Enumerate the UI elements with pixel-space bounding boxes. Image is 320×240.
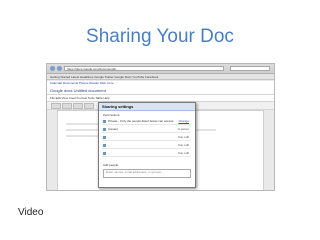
- lock-icon: [103, 119, 106, 123]
- permission-row: Can edit: [103, 142, 191, 149]
- embedded-screenshot: https://docs.google.com/document/d/... G…: [46, 63, 275, 191]
- permission-role: Is owner: [177, 127, 189, 131]
- toolbar-button[interactable]: [84, 103, 94, 109]
- docs-header: Google docs Untitled document: [47, 86, 274, 95]
- permission-role-select[interactable]: Can edit: [178, 134, 189, 140]
- bookmarks-bar[interactable]: Getting Started Latest Headlines Google …: [47, 74, 274, 80]
- forward-icon[interactable]: [57, 66, 62, 71]
- back-icon[interactable]: [50, 66, 55, 71]
- permission-label: Private - Only the people listed below c…: [108, 119, 174, 123]
- dialog-title: Sharing settings: [99, 103, 195, 111]
- permissions-label: Permissions:: [103, 113, 121, 117]
- permission-role-select[interactable]: Can edit: [178, 150, 189, 156]
- permission-row: (owner) Is owner: [103, 126, 191, 133]
- url-bar[interactable]: https://docs.google.com/document/d/...: [64, 66, 224, 71]
- add-people-input[interactable]: Enter names, email addresses, or groups.…: [103, 169, 191, 178]
- toolbar-button[interactable]: [62, 103, 72, 109]
- add-people-label: Add people:: [103, 163, 120, 167]
- permission-label: (owner): [108, 127, 119, 131]
- browser-toolbar: https://docs.google.com/document/d/...: [47, 64, 274, 74]
- user-icon: [103, 143, 106, 147]
- permission-role-select[interactable]: Can edit: [178, 142, 189, 148]
- browser-search-box[interactable]: [230, 66, 270, 71]
- permission-row: Private - Only the people listed below c…: [103, 118, 191, 125]
- permission-row: Can edit: [103, 134, 191, 141]
- user-icon: [103, 135, 106, 139]
- slide-title: Sharing Your Doc: [86, 26, 234, 47]
- permission-row: Can edit: [103, 150, 191, 157]
- user-icon: [103, 151, 106, 155]
- change-link[interactable]: Change: [178, 118, 189, 124]
- user-icon: [103, 127, 106, 131]
- sharing-dialog: Sharing settings Permissions: Private - …: [98, 102, 196, 188]
- toolbar-button[interactable]: [73, 103, 83, 109]
- toolbar-button[interactable]: [51, 103, 61, 109]
- slide-footer-label: Video: [18, 207, 44, 218]
